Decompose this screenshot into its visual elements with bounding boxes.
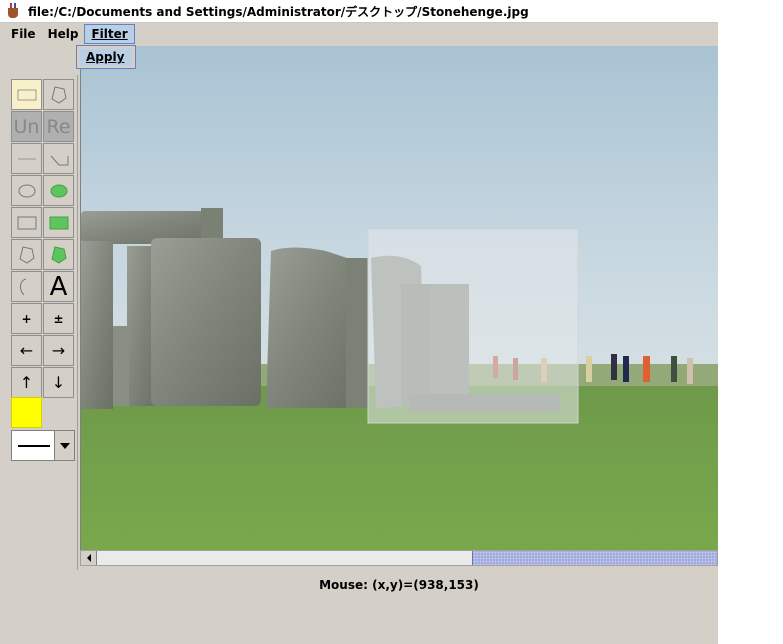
move-left-button[interactable]: ← bbox=[11, 335, 42, 366]
line-style-select[interactable] bbox=[11, 430, 75, 461]
rect-select-icon bbox=[17, 89, 36, 100]
line-style-dropdown-button[interactable] bbox=[54, 431, 74, 460]
color-chooser-swatch[interactable] bbox=[11, 397, 42, 428]
zoom-out-label: ± bbox=[53, 311, 64, 326]
menu-file[interactable]: File bbox=[5, 25, 42, 43]
polygon-tool[interactable] bbox=[11, 239, 42, 270]
image-canvas[interactable] bbox=[80, 46, 718, 550]
rect-select-tool[interactable] bbox=[11, 79, 42, 110]
polygon-outline-icon bbox=[18, 245, 35, 264]
polyline-tool[interactable] bbox=[43, 143, 74, 174]
ellipse-tool[interactable] bbox=[11, 175, 42, 206]
zoom-in-label: + bbox=[21, 311, 32, 326]
undo-button[interactable]: Un bbox=[11, 111, 42, 142]
scroll-left-button[interactable] bbox=[81, 551, 97, 565]
mouse-position-status: Mouse: (x,y)=(938,153) bbox=[319, 578, 479, 592]
menu-item-apply[interactable]: Apply bbox=[80, 49, 132, 66]
arrow-down-icon: ↓ bbox=[51, 373, 66, 392]
text-tool-label: A bbox=[49, 271, 68, 302]
line-style-sample bbox=[18, 444, 50, 447]
lasso-select-tool[interactable] bbox=[43, 79, 74, 110]
filled-rectangle-tool[interactable] bbox=[43, 207, 74, 238]
menu-filter[interactable]: Filter bbox=[84, 24, 135, 44]
zoom-in-button[interactable]: + bbox=[11, 303, 42, 334]
menu-bar: File Help Filter bbox=[0, 23, 718, 45]
window-title: file:/C:/Documents and Settings/Administ… bbox=[28, 4, 529, 19]
ellipse-filled-icon bbox=[50, 184, 67, 197]
polyline-icon bbox=[50, 155, 68, 165]
arrow-left-icon: ← bbox=[19, 341, 34, 360]
freehand-icon bbox=[19, 278, 26, 295]
stonehenge-photo bbox=[81, 46, 718, 550]
desktop-background bbox=[718, 0, 783, 644]
scrollbar-thumb[interactable] bbox=[472, 551, 717, 565]
app-window: file:/C:/Documents and Settings/Administ… bbox=[0, 0, 718, 644]
move-up-button[interactable]: ↑ bbox=[11, 367, 42, 398]
freehand-tool[interactable] bbox=[11, 271, 42, 302]
move-right-button[interactable]: → bbox=[43, 335, 74, 366]
chevron-left-icon bbox=[86, 554, 91, 562]
rect-outline-icon bbox=[17, 216, 36, 229]
lasso-select-icon bbox=[50, 85, 67, 104]
zoom-out-button[interactable]: ± bbox=[43, 303, 74, 334]
arrow-right-icon: → bbox=[51, 341, 66, 360]
filled-ellipse-tool[interactable] bbox=[43, 175, 74, 206]
line-icon bbox=[17, 158, 36, 159]
rect-filled-icon bbox=[49, 216, 68, 229]
move-down-button[interactable]: ↓ bbox=[43, 367, 74, 398]
filled-polygon-tool[interactable] bbox=[43, 239, 74, 270]
tool-palette: Un Re A + ± ← → ↑ ↓ bbox=[5, 75, 78, 570]
rectangle-tool[interactable] bbox=[11, 207, 42, 238]
redo-button[interactable]: Re bbox=[43, 111, 74, 142]
filter-dropdown-menu: Apply bbox=[76, 45, 136, 69]
menu-help[interactable]: Help bbox=[42, 25, 85, 43]
arrow-up-icon: ↑ bbox=[19, 373, 34, 392]
horizontal-scrollbar[interactable] bbox=[80, 550, 718, 566]
line-tool[interactable] bbox=[11, 143, 42, 174]
text-tool[interactable]: A bbox=[43, 271, 74, 302]
polygon-filled-icon bbox=[50, 245, 67, 264]
undo-label: Un bbox=[13, 115, 40, 138]
redo-label: Re bbox=[46, 115, 71, 138]
chevron-down-icon bbox=[59, 442, 70, 449]
java-cup-icon bbox=[6, 3, 22, 19]
ellipse-outline-icon bbox=[18, 184, 35, 197]
title-bar: file:/C:/Documents and Settings/Administ… bbox=[0, 0, 718, 23]
